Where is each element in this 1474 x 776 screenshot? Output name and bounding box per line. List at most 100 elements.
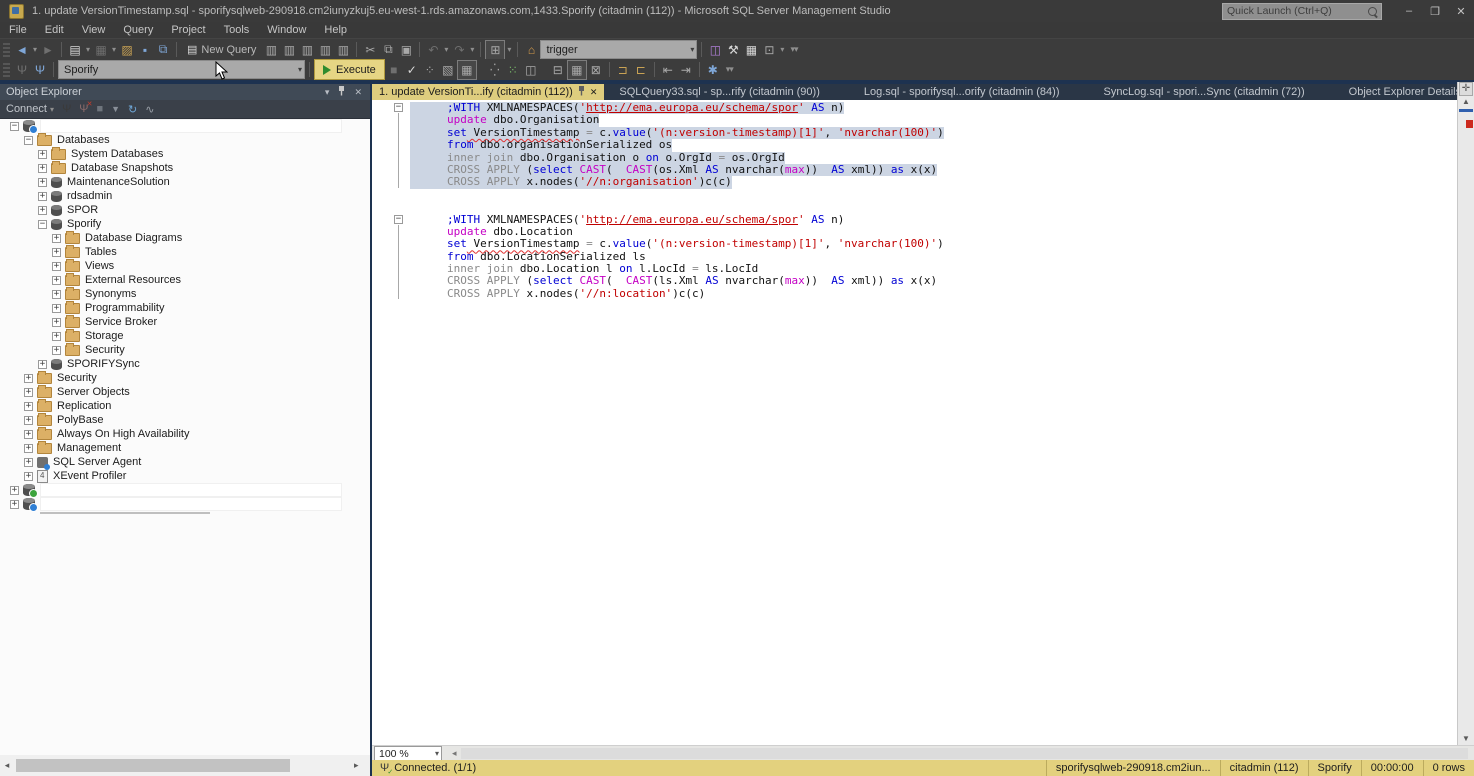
editor-hscrollbar[interactable]: [461, 748, 1468, 759]
dropdown-arrow-icon[interactable]: ▾: [84, 45, 92, 54]
menu-help[interactable]: Help: [315, 22, 356, 38]
connect-menu[interactable]: Connect ▾: [6, 103, 54, 115]
expand-icon[interactable]: +: [24, 472, 33, 481]
connect-plug-icon[interactable]: Ψ: [62, 103, 71, 115]
toolbar-overflow-icon[interactable]: ▾▾: [786, 44, 801, 55]
tree-item-tables[interactable]: +Tables: [0, 245, 370, 259]
add-item-icon[interactable]: ▦: [92, 41, 110, 59]
toolbar-overflow-icon[interactable]: ▾▾: [722, 64, 737, 75]
expand-icon[interactable]: +: [24, 374, 33, 383]
command-window-icon[interactable]: ⊡: [760, 41, 778, 59]
tree-item-polybase[interactable]: +PolyBase: [0, 413, 370, 427]
sql-code-editor[interactable]: ;WITH XMLNAMESPACES('http://ema.europa.e…: [372, 100, 1458, 745]
tree-item-sql-server-agent[interactable]: +SQL Server Agent: [0, 455, 370, 469]
tree-item-server[interactable]: +: [0, 483, 370, 497]
expand-icon[interactable]: +: [52, 304, 61, 313]
expand-icon[interactable]: +: [38, 192, 47, 201]
expand-icon[interactable]: +: [52, 332, 61, 341]
close-panel-icon[interactable]: ✕: [354, 87, 362, 98]
connect-icon[interactable]: Ψ: [31, 61, 49, 79]
tree-item-server[interactable]: +: [0, 497, 370, 511]
collapse-icon[interactable]: −: [38, 220, 47, 229]
parse-query-icon[interactable]: ✓: [403, 61, 421, 79]
tree-item-spor[interactable]: +SPOR: [0, 203, 370, 217]
schema-url-link[interactable]: http://ema.europa.eu/schema/spor: [586, 213, 798, 226]
change-connection-icon[interactable]: Ψ: [13, 61, 31, 79]
redo-icon[interactable]: ↷: [450, 41, 468, 59]
include-client-statistics-icon[interactable]: ⁛: [486, 61, 504, 79]
code-fold-icon[interactable]: −: [394, 215, 403, 224]
expand-icon[interactable]: +: [24, 430, 33, 439]
scroll-left-icon[interactable]: ◂: [452, 748, 457, 759]
tree-item-server-objects[interactable]: +Server Objects: [0, 385, 370, 399]
scrollbar-thumb[interactable]: [16, 759, 290, 772]
tab-3[interactable]: Log.sql - sporifysql...orify (citadmin (…: [857, 84, 1067, 100]
undo-icon[interactable]: ↶: [424, 41, 442, 59]
object-explorer-hscrollbar[interactable]: ◂ ▸: [0, 755, 370, 776]
dropdown-arrow-icon[interactable]: ▾: [31, 45, 39, 54]
quick-launch-input[interactable]: Quick Launch (Ctrl+Q): [1222, 3, 1382, 20]
code-fold-icon[interactable]: −: [394, 103, 403, 112]
expand-icon[interactable]: +: [38, 150, 47, 159]
expand-icon[interactable]: +: [38, 164, 47, 173]
tree-item-system-databases[interactable]: +System Databases: [0, 147, 370, 161]
comment-selection-icon[interactable]: ⊐: [614, 61, 632, 79]
collapse-icon[interactable]: −: [10, 122, 19, 131]
menu-query[interactable]: Query: [114, 22, 162, 38]
zoom-level-combo[interactable]: 100 % ▾: [374, 746, 442, 761]
stop-icon[interactable]: ■: [96, 103, 103, 115]
expand-icon[interactable]: +: [24, 458, 33, 467]
tree-item-replication[interactable]: +Replication: [0, 399, 370, 413]
tree-item-maintenancesolution[interactable]: +MaintenanceSolution: [0, 175, 370, 189]
copy-icon[interactable]: ⧉: [379, 41, 397, 59]
expand-icon[interactable]: +: [24, 416, 33, 425]
tree-item-security[interactable]: +Security: [0, 343, 370, 357]
live-query-statistics-icon[interactable]: ⁙: [504, 61, 522, 79]
query-options-icon[interactable]: ▧: [439, 61, 457, 79]
close-button[interactable]: ✕: [1448, 0, 1474, 22]
tree-item-database-snapshots[interactable]: +Database Snapshots: [0, 161, 370, 175]
results-to-text-icon[interactable]: ⊟: [549, 61, 567, 79]
menu-tools[interactable]: Tools: [215, 22, 259, 38]
template-parameters-icon[interactable]: ⌂: [522, 41, 540, 59]
menu-view[interactable]: View: [73, 22, 115, 38]
include-actual-plan-icon[interactable]: ▦: [457, 60, 477, 80]
tree-item-security[interactable]: +Security: [0, 371, 370, 385]
available-databases-combo[interactable]: Sporify▾: [58, 60, 305, 79]
new-file-icon[interactable]: ▤: [66, 41, 84, 59]
execute-button[interactable]: Execute: [314, 59, 385, 80]
expand-icon[interactable]: +: [52, 290, 61, 299]
expand-icon[interactable]: +: [38, 360, 47, 369]
tree-item-always-on-high-availability[interactable]: +Always On High Availability: [0, 427, 370, 441]
tree-item-xevent-profiler[interactable]: +XEvent Profiler: [0, 469, 370, 483]
tree-item-database-diagrams[interactable]: +Database Diagrams: [0, 231, 370, 245]
tree-item-views[interactable]: +Views: [0, 259, 370, 273]
window-position-icon[interactable]: ▾: [325, 87, 330, 98]
schema-url-link[interactable]: http://ema.europa.eu/schema/spor: [586, 101, 798, 114]
tree-item-service-broker[interactable]: +Service Broker: [0, 315, 370, 329]
query-type-combo[interactable]: trigger▾: [540, 40, 697, 59]
scroll-up-icon[interactable]: ▲: [1458, 97, 1474, 106]
expand-icon[interactable]: +: [52, 346, 61, 355]
cut-icon[interactable]: ✂: [361, 41, 379, 59]
menu-window[interactable]: Window: [258, 22, 315, 38]
tab-1[interactable]: 1. update VersionTi...ify (citadmin (112…: [372, 84, 604, 100]
dmx-query-icon[interactable]: ▥: [298, 41, 316, 59]
minimize-button[interactable]: –: [1396, 0, 1422, 22]
nav-forward-icon[interactable]: ►: [39, 41, 57, 59]
results-to-file-icon[interactable]: ⊠: [587, 61, 605, 79]
save-all-icon[interactable]: ⧉: [154, 41, 172, 59]
tree-item-databases[interactable]: −Databases: [0, 133, 370, 147]
menu-project[interactable]: Project: [162, 22, 214, 38]
dropdown-arrow-icon[interactable]: ▾: [110, 45, 118, 54]
vs-shell-icon[interactable]: ◫: [706, 41, 724, 59]
dropdown-arrow-icon[interactable]: ▾: [468, 45, 476, 54]
editor-vscrollbar[interactable]: ✛ ▲ ▼: [1457, 82, 1474, 745]
expand-icon[interactable]: +: [52, 248, 61, 257]
wrench-icon[interactable]: ⚒: [724, 41, 742, 59]
refresh-icon[interactable]: ↻: [128, 103, 137, 116]
scroll-down-icon[interactable]: ▼: [1458, 734, 1474, 743]
tree-item-server[interactable]: −: [0, 119, 370, 133]
expand-icon[interactable]: +: [38, 206, 47, 215]
open-file-icon[interactable]: ▨: [118, 41, 136, 59]
